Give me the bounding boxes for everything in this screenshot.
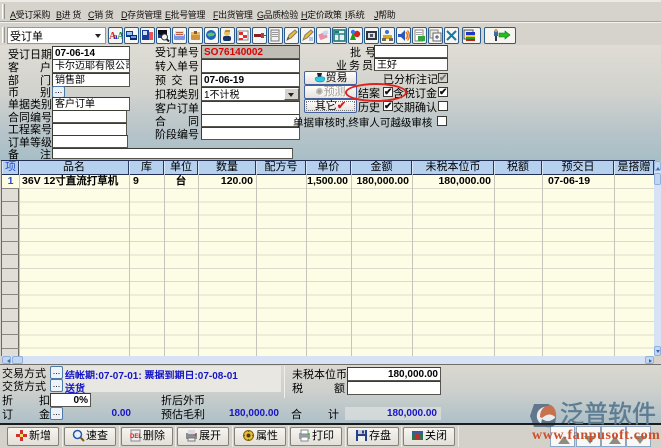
svg-text:DEL: DEL (130, 434, 142, 440)
svg-text:A: A (117, 31, 122, 42)
